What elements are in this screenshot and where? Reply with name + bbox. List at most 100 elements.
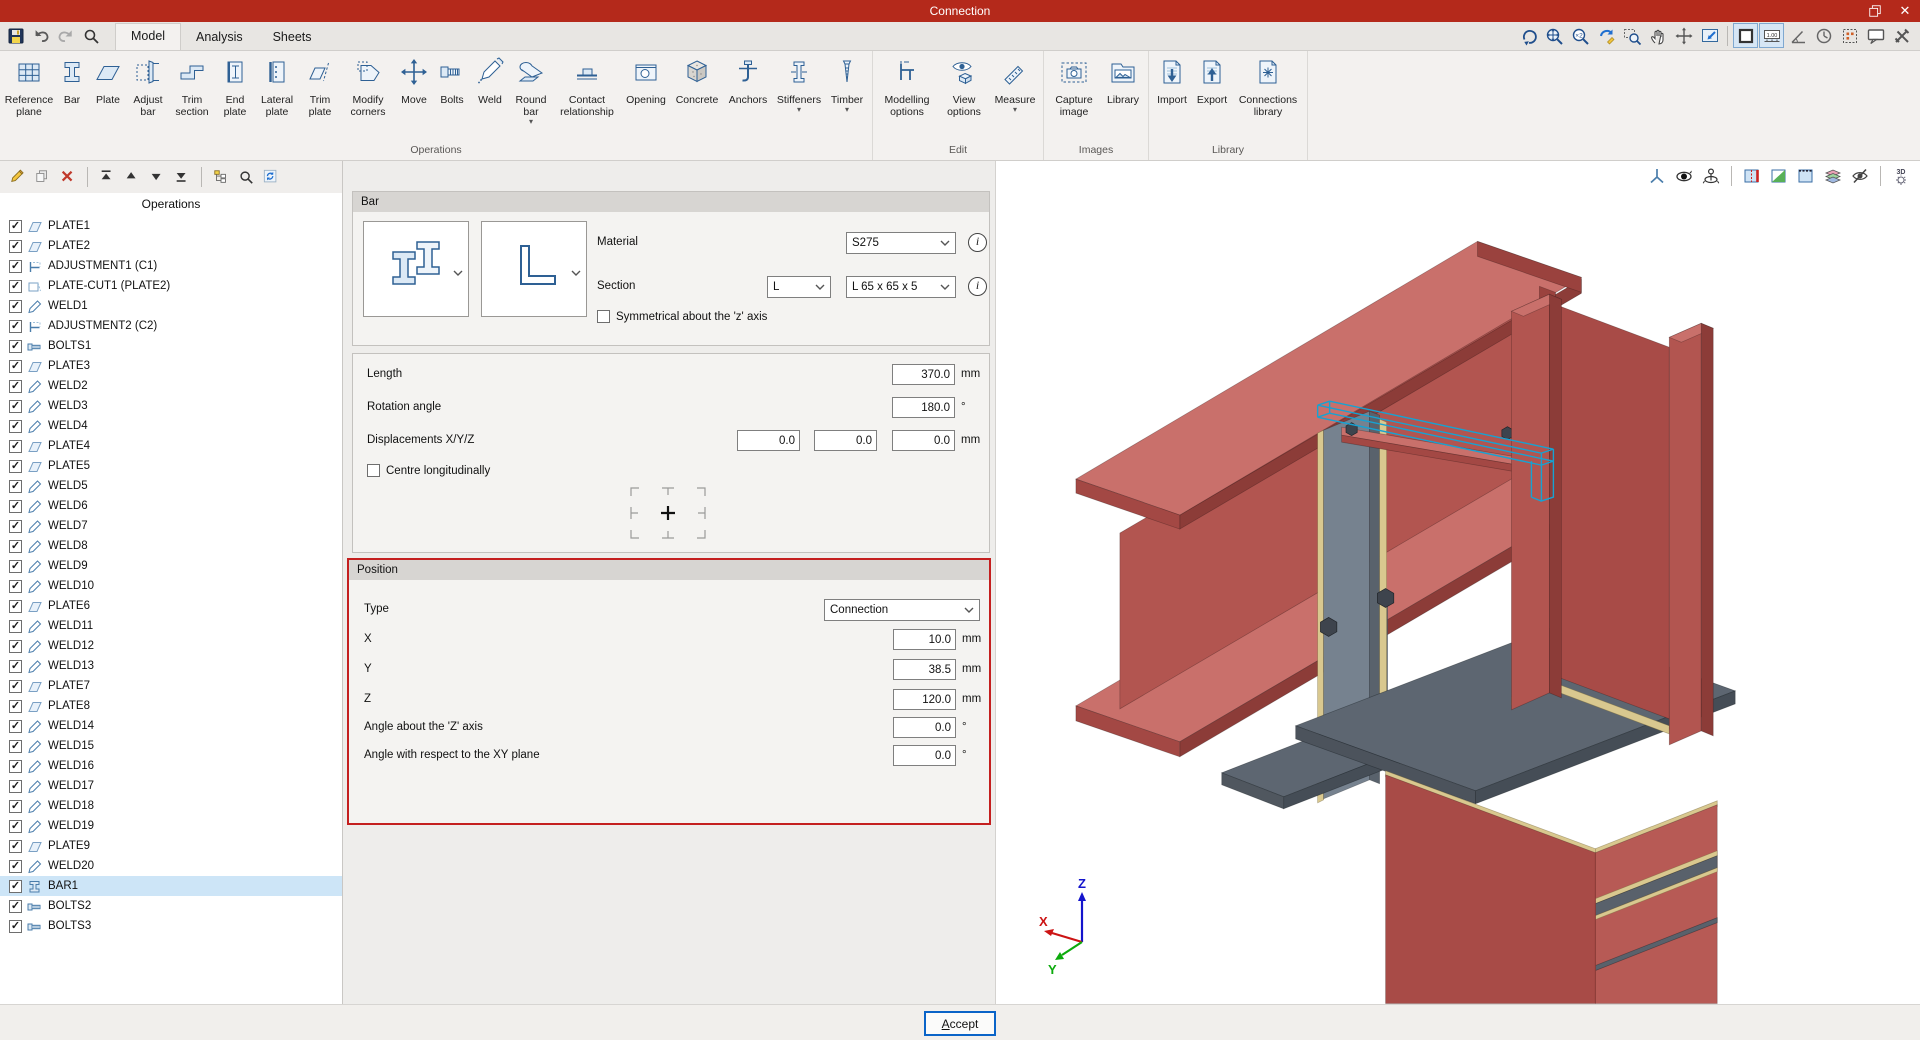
item-checkbox[interactable]: ✓ [9, 619, 22, 633]
save-icon[interactable] [5, 24, 27, 48]
item-checkbox[interactable]: ✓ [9, 379, 22, 393]
section-type-picker[interactable] [363, 221, 469, 317]
centre-checkbox[interactable] [367, 464, 380, 477]
solid-view-icon[interactable] [1733, 23, 1758, 48]
ribbon-button-capture-image[interactable]: Capture image [1047, 53, 1101, 139]
ribbon-button-modelling-options[interactable]: Modelling options [876, 53, 938, 139]
item-checkbox[interactable]: ✓ [9, 919, 22, 933]
delete-icon[interactable] [58, 167, 78, 187]
move-view-icon[interactable] [1671, 23, 1696, 48]
item-checkbox[interactable]: ✓ [9, 839, 22, 853]
tree-item-plate9[interactable]: ✓ PLATE9 [0, 836, 342, 856]
tree-item-plate1[interactable]: ✓ PLATE1 [0, 216, 342, 236]
ribbon-button-trim-plate[interactable]: Trim plate [299, 53, 341, 139]
section-shape-picker[interactable] [481, 221, 587, 317]
item-checkbox[interactable]: ✓ [9, 559, 22, 573]
ribbon-button-contact-relationship[interactable]: Contact relationship [553, 53, 621, 139]
ribbon-button-end-plate[interactable]: End plate [215, 53, 255, 139]
ribbon-button-concrete[interactable]: Concrete [671, 53, 723, 139]
ribbon-button-bar[interactable]: Bar [55, 53, 89, 139]
tree-item-weld18[interactable]: ✓ WELD18 [0, 796, 342, 816]
ribbon-button-lateral-plate[interactable]: Lateral plate [255, 53, 299, 139]
section-family-select[interactable]: L [767, 276, 831, 298]
length-input[interactable] [892, 364, 955, 385]
rotation-input[interactable] [892, 397, 955, 418]
position-z-input[interactable] [893, 689, 956, 710]
tree-item-plate7[interactable]: ✓ PLATE7 [0, 676, 342, 696]
ribbon-button-timber[interactable]: Timber ▾ [825, 53, 869, 139]
tree-item-weld15[interactable]: ✓ WELD15 [0, 736, 342, 756]
tree-item-weld8[interactable]: ✓ WELD8 [0, 536, 342, 556]
tree-item-weld13[interactable]: ✓ WELD13 [0, 656, 342, 676]
redo-icon[interactable] [55, 24, 77, 48]
section-transparent-icon[interactable] [1768, 165, 1790, 187]
item-checkbox[interactable]: ✓ [9, 279, 22, 293]
tree-item-bar1[interactable]: ✓ BAR1 [0, 876, 342, 896]
ribbon-button-view-options[interactable]: View options [938, 53, 990, 139]
ribbon-button-opening[interactable]: Opening [621, 53, 671, 139]
ribbon-button-round-bar[interactable]: Round bar ▾ [509, 53, 553, 139]
item-checkbox[interactable]: ✓ [9, 719, 22, 733]
section-solid-icon[interactable] [1741, 165, 1763, 187]
tree-view-icon[interactable] [211, 167, 231, 187]
item-checkbox[interactable]: ✓ [9, 419, 22, 433]
restore-window-icon[interactable] [1860, 0, 1890, 22]
item-checkbox[interactable]: ✓ [9, 239, 22, 253]
item-checkbox[interactable]: ✓ [9, 539, 22, 553]
zoom-extents-icon[interactable] [1541, 23, 1566, 48]
search-icon[interactable] [236, 167, 256, 187]
ribbon-button-anchors[interactable]: Anchors [723, 53, 773, 139]
orbit-icon[interactable] [1673, 165, 1695, 187]
move-down-icon[interactable] [147, 167, 167, 187]
position-type-select[interactable]: Connection [824, 599, 980, 621]
item-checkbox[interactable]: ✓ [9, 519, 22, 533]
item-checkbox[interactable]: ✓ [9, 699, 22, 713]
item-checkbox[interactable]: ✓ [9, 659, 22, 673]
angle-z-input[interactable] [893, 717, 956, 738]
axis-triad-icon[interactable] [1646, 165, 1668, 187]
view-3d-settings-icon[interactable]: 3D [1890, 165, 1912, 187]
edit-pencil-icon[interactable] [8, 167, 28, 187]
item-checkbox[interactable]: ✓ [9, 899, 22, 913]
item-checkbox[interactable]: ✓ [9, 599, 22, 613]
ribbon-button-move[interactable]: Move [395, 53, 433, 139]
item-checkbox[interactable]: ✓ [9, 319, 22, 333]
refresh-view-icon[interactable] [1593, 23, 1618, 48]
item-checkbox[interactable]: ✓ [9, 259, 22, 273]
tree-item-weld19[interactable]: ✓ WELD19 [0, 816, 342, 836]
tab-analysis[interactable]: Analysis [181, 25, 258, 50]
section-size-select[interactable]: L 65 x 65 x 5 [846, 276, 956, 298]
insertion-point-picker[interactable] [623, 480, 713, 546]
unit-scale-icon[interactable]: 1.00 [1759, 23, 1784, 48]
tree-item-bolts3[interactable]: ✓ BOLTS3 [0, 916, 342, 936]
ribbon-button-plate[interactable]: Plate [89, 53, 127, 139]
move-up-icon[interactable] [122, 167, 142, 187]
hide-element-icon[interactable] [1849, 165, 1871, 187]
item-checkbox[interactable]: ✓ [9, 779, 22, 793]
item-checkbox[interactable]: ✓ [9, 819, 22, 833]
tree-item-weld6[interactable]: ✓ WELD6 [0, 496, 342, 516]
item-checkbox[interactable]: ✓ [9, 759, 22, 773]
close-window-icon[interactable]: ✕ [1890, 0, 1920, 22]
tree-item-weld5[interactable]: ✓ WELD5 [0, 476, 342, 496]
section-wireframe-icon[interactable] [1795, 165, 1817, 187]
layers-icon[interactable] [1822, 165, 1844, 187]
pan-hand-icon[interactable] [1645, 23, 1670, 48]
tree-item-adjustment1-c1-[interactable]: ✓ ADJUSTMENT1 (C1) [0, 256, 342, 276]
tree-item-plate2[interactable]: ✓ PLATE2 [0, 236, 342, 256]
move-top-icon[interactable] [97, 167, 117, 187]
refresh-icon[interactable] [261, 167, 281, 187]
ribbon-button-trim-section[interactable]: Trim section [169, 53, 215, 139]
settings-tools-icon[interactable] [1889, 23, 1914, 48]
tree-item-weld14[interactable]: ✓ WELD14 [0, 716, 342, 736]
item-checkbox[interactable]: ✓ [9, 359, 22, 373]
tree-item-weld9[interactable]: ✓ WELD9 [0, 556, 342, 576]
angle-measure-icon[interactable] [1785, 23, 1810, 48]
symmetry-checkbox[interactable] [597, 310, 610, 323]
tree-item-weld17[interactable]: ✓ WELD17 [0, 776, 342, 796]
item-checkbox[interactable]: ✓ [9, 299, 22, 313]
tree-item-bolts2[interactable]: ✓ BOLTS2 [0, 896, 342, 916]
material-select[interactable]: S275 [846, 232, 956, 254]
ribbon-button-adjust-bar[interactable]: Adjust bar [127, 53, 169, 139]
copy-icon[interactable] [33, 167, 53, 187]
